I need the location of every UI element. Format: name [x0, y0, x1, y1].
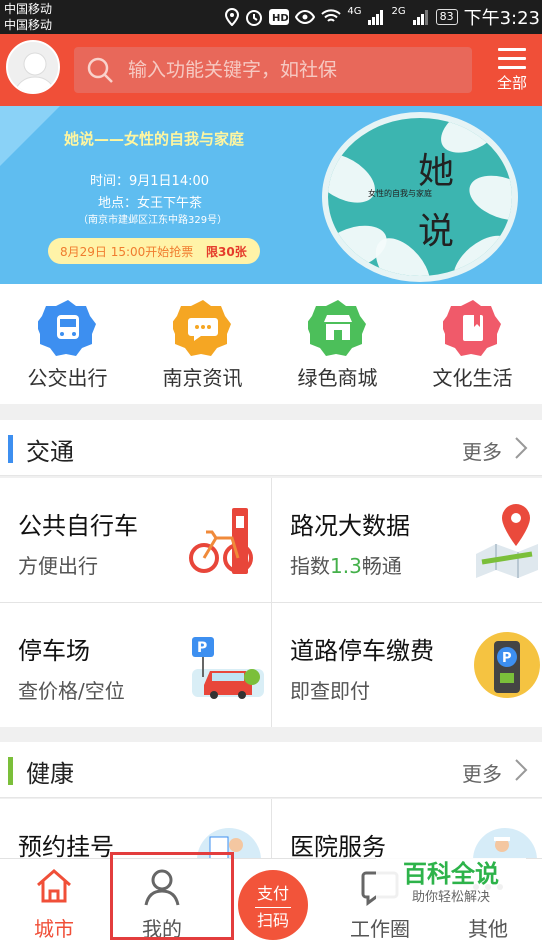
search-icon	[87, 57, 113, 83]
map-pin-icon	[476, 504, 538, 578]
app-header: 全部	[0, 34, 542, 106]
tile-hospital-service-title: 医院服务	[290, 833, 386, 861]
parking-car-icon: P	[192, 637, 264, 699]
banner-time: 时间：9月1日14:00	[90, 174, 210, 189]
service-news-label: 南京资讯	[162, 366, 243, 390]
status-bar: 中国移动 中国移动 HD 4G 2G 83 下午3:23	[0, 0, 542, 34]
nav-city-label: 城市	[34, 917, 74, 941]
user-avatar-icon	[8, 42, 58, 92]
section-mark	[8, 435, 13, 463]
health-section-header: 健康 更多	[0, 742, 542, 798]
nurse-icon	[473, 828, 537, 859]
eye-icon	[295, 10, 316, 24]
chat-icon	[170, 298, 233, 358]
tile-parking[interactable]: 停车场 查价格/空位 P	[0, 603, 271, 727]
search-input[interactable]	[128, 55, 458, 85]
search-bar[interactable]	[74, 47, 472, 93]
signal-2g-icon: 2G	[391, 5, 406, 17]
service-grid: 公交出行 南京资讯 绿色商城 文化生活	[0, 284, 542, 404]
banner-place: 地点：女王下午茶	[98, 196, 203, 211]
service-bus-label: 公交出行	[27, 366, 108, 390]
poster-image: 她 女性的自我与家庭 说	[322, 112, 518, 282]
home-icon	[37, 869, 71, 903]
section-mark	[8, 757, 13, 785]
hd-icon: HD	[269, 9, 290, 25]
svg-text:P: P	[197, 640, 207, 656]
traffic-section-title: 交通	[26, 438, 74, 466]
watermark-title: 百科全说	[403, 860, 499, 888]
banner-title: 她说——女性的自我与家庭	[64, 130, 245, 148]
traffic-section-header: 交通 更多	[0, 420, 542, 476]
book-icon	[440, 298, 503, 358]
tile-road-parking-fee-title: 道路停车缴费	[290, 637, 434, 665]
tile-hospital-service[interactable]: 医院服务	[272, 799, 542, 861]
tile-public-bike-title: 公共自行车	[18, 512, 138, 540]
event-banner[interactable]: 她说——女性的自我与家庭 时间：9月1日14:00 地点：女王下午茶 （南京市建…	[0, 106, 542, 284]
battery-icon: 83	[435, 9, 458, 25]
status-icons: HD 4G 2G 83 下午3:23	[225, 4, 540, 30]
index-prefix: 指数	[290, 554, 330, 578]
nav-work-circle-label: 工作圈	[350, 917, 410, 941]
service-culture[interactable]: 文化生活	[405, 298, 540, 391]
wifi-icon	[321, 9, 342, 22]
parking-meter-icon: P	[474, 632, 540, 698]
pay-label: 支付	[256, 884, 289, 903]
ticket-pill: 8月29日 15:00开始抢票 限30张	[48, 238, 260, 264]
signal-bars-2-icon	[412, 10, 428, 25]
service-shop-label: 绿色商城	[297, 366, 378, 390]
poster-big-char-1: 她	[418, 151, 455, 192]
bus-icon	[35, 298, 98, 358]
service-shop[interactable]: 绿色商城	[270, 298, 405, 391]
pay-scan-button[interactable]: 支付 扫码	[238, 870, 308, 940]
tile-traffic-data-subtitle: 指数1.3畅通	[290, 550, 402, 579]
all-menu-button[interactable]: 全部	[492, 44, 532, 98]
alarm-icon	[246, 10, 263, 26]
avatar[interactable]	[6, 40, 60, 94]
scan-label: 扫码	[256, 911, 289, 930]
location-icon	[225, 8, 240, 26]
carrier-label-1: 中国移动	[4, 2, 53, 16]
menu-icon	[498, 48, 526, 69]
tile-traffic-data[interactable]: 路况大数据 指数1.3畅通	[272, 478, 542, 602]
watermark: 百科全说 助你轻松解决	[376, 858, 526, 916]
svg-text:P: P	[502, 651, 512, 666]
signal-bars-icon	[368, 10, 384, 25]
ticket-limit-text: 限30张	[206, 245, 247, 259]
svg-text:HD: HD	[272, 13, 289, 24]
tile-public-bike-subtitle: 方便出行	[18, 554, 98, 578]
all-menu-label: 全部	[496, 74, 527, 92]
health-more-link[interactable]: 更多	[462, 758, 502, 787]
chevron-right-icon[interactable]	[514, 436, 528, 460]
banner-address: （南京市建邺区江东中路329号）	[78, 215, 228, 226]
poster-subtitle: 女性的自我与家庭	[368, 189, 432, 198]
ticket-start-text: 8月29日 15:00开始抢票	[60, 245, 194, 259]
index-suffix: 畅通	[361, 554, 402, 578]
tile-appointment-title: 预约挂号	[18, 833, 114, 861]
traffic-more-link[interactable]: 更多	[462, 436, 502, 465]
tile-public-bike[interactable]: 公共自行车 方便出行	[0, 478, 271, 602]
tile-parking-title: 停车场	[18, 637, 90, 665]
bicycle-icon	[189, 508, 253, 574]
chevron-right-icon[interactable]	[514, 758, 528, 782]
carrier-label-2: 中国移动	[4, 18, 53, 32]
shop-icon	[305, 298, 368, 358]
tile-appointment[interactable]: 预约挂号	[0, 799, 271, 861]
signal-4g-icon: 4G	[347, 5, 362, 17]
index-value: 1.3	[330, 554, 362, 578]
tile-parking-subtitle: 查价格/空位	[18, 679, 125, 703]
highlight-annotation-box	[110, 852, 234, 940]
watermark-subtitle: 助你轻松解决	[411, 890, 490, 905]
tile-road-parking-fee-subtitle: 即查即付	[290, 679, 370, 703]
service-bus[interactable]: 公交出行	[0, 298, 135, 391]
service-culture-label: 文化生活	[432, 366, 513, 390]
nav-city[interactable]: 城市	[0, 859, 108, 941]
health-section-title: 健康	[26, 760, 74, 788]
app-root: 中国移动 中国移动 HD 4G 2G 83 下午3:23 输入功能关键字，如社保…	[0, 0, 542, 941]
nav-other-label: 其他	[468, 917, 508, 941]
tile-traffic-data-title: 路况大数据	[290, 512, 410, 540]
clock-time: 下午3:23	[463, 8, 540, 29]
tile-road-parking-fee[interactable]: 道路停车缴费 即查即付 P	[272, 603, 542, 727]
service-news[interactable]: 南京资讯	[135, 298, 270, 391]
poster-big-char-2: 说	[418, 211, 455, 252]
